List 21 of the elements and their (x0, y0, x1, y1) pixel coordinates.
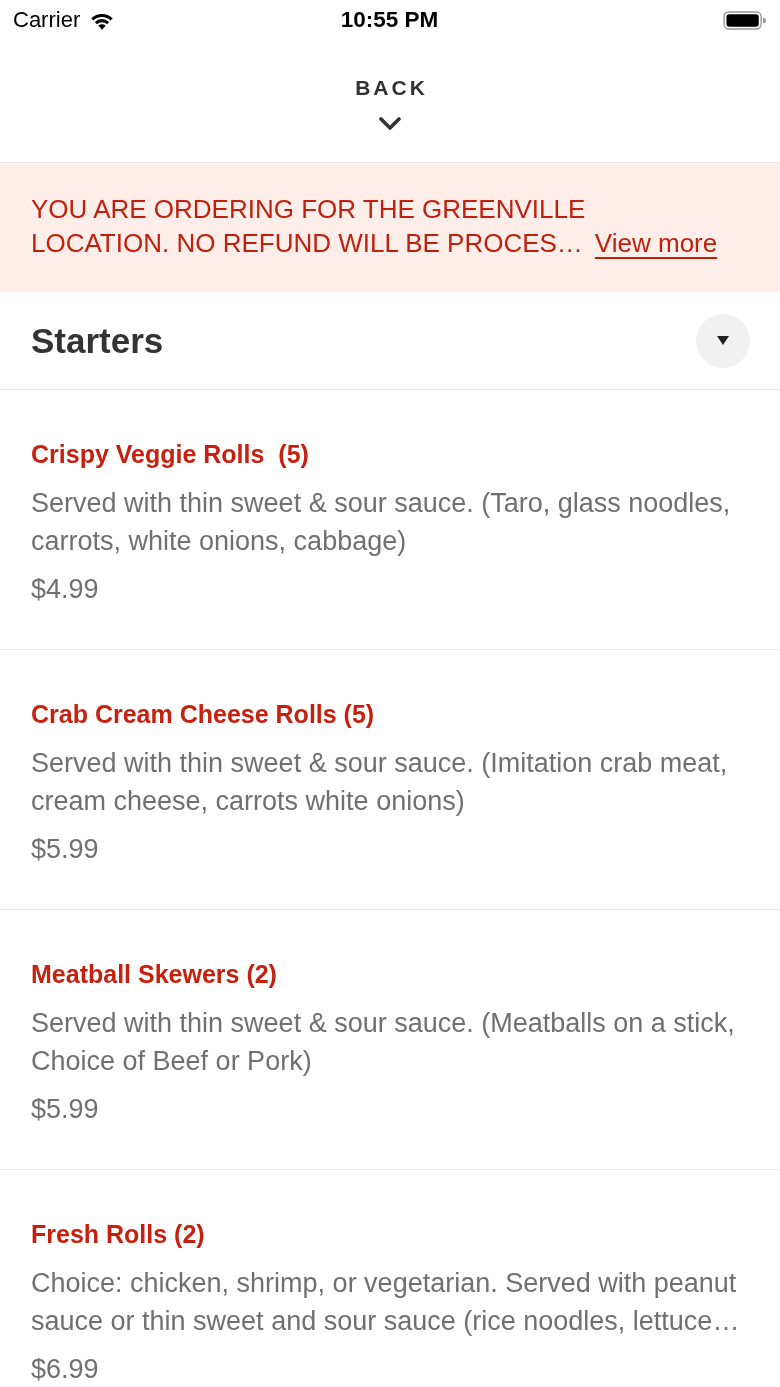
item-price: $5.99 (31, 833, 100, 866)
item-name[interactable]: Crispy Veggie Rolls (5) (31, 438, 754, 470)
time-label: 10:55 PM (340, 7, 439, 33)
item-price: $5.99 (31, 1093, 100, 1126)
item-name[interactable]: Meatball Skewers (2) (31, 958, 754, 990)
category-title: Starters (31, 320, 164, 361)
item-description: Served with thin sweet & sour sauce. (Imitation crab meat, cream cheese, carrots white onions) (31, 747, 729, 818)
item-description: Served with thin sweet & sour sauce. (Meatballs on a stick, Choice of Beef or Pork) (31, 1007, 736, 1078)
item-price: $4.99 (31, 573, 100, 606)
back-button[interactable]: BACK (348, 74, 432, 133)
item-name[interactable]: Crab Cream Cheese Rolls (5) (31, 698, 754, 730)
caret-icon (717, 336, 729, 345)
item-price: $6.99 (31, 1353, 100, 1386)
item-name[interactable]: Fresh Rolls (2) (31, 1218, 754, 1250)
view-more-link[interactable]: View more (594, 228, 718, 258)
chevron-down-icon (379, 117, 401, 131)
notice-text: YOU ARE ORDERING FOR THE GREENVILLE LOCATION. NO REFUND WILL BE PROCES… View more (31, 193, 719, 260)
item-description: Choice: chicken, shrimp, or vegetarian. Served with peanut sauce or thin sweet and sour sauce (rice noodles, lettuce… (31, 1267, 741, 1338)
item-description: Served with thin sweet & sour sauce. (Taro, glass noodles, carrots, white onions, cabbage) (31, 487, 732, 558)
battery-icon (723, 10, 766, 30)
carrier-label: Carrier (13, 7, 81, 33)
